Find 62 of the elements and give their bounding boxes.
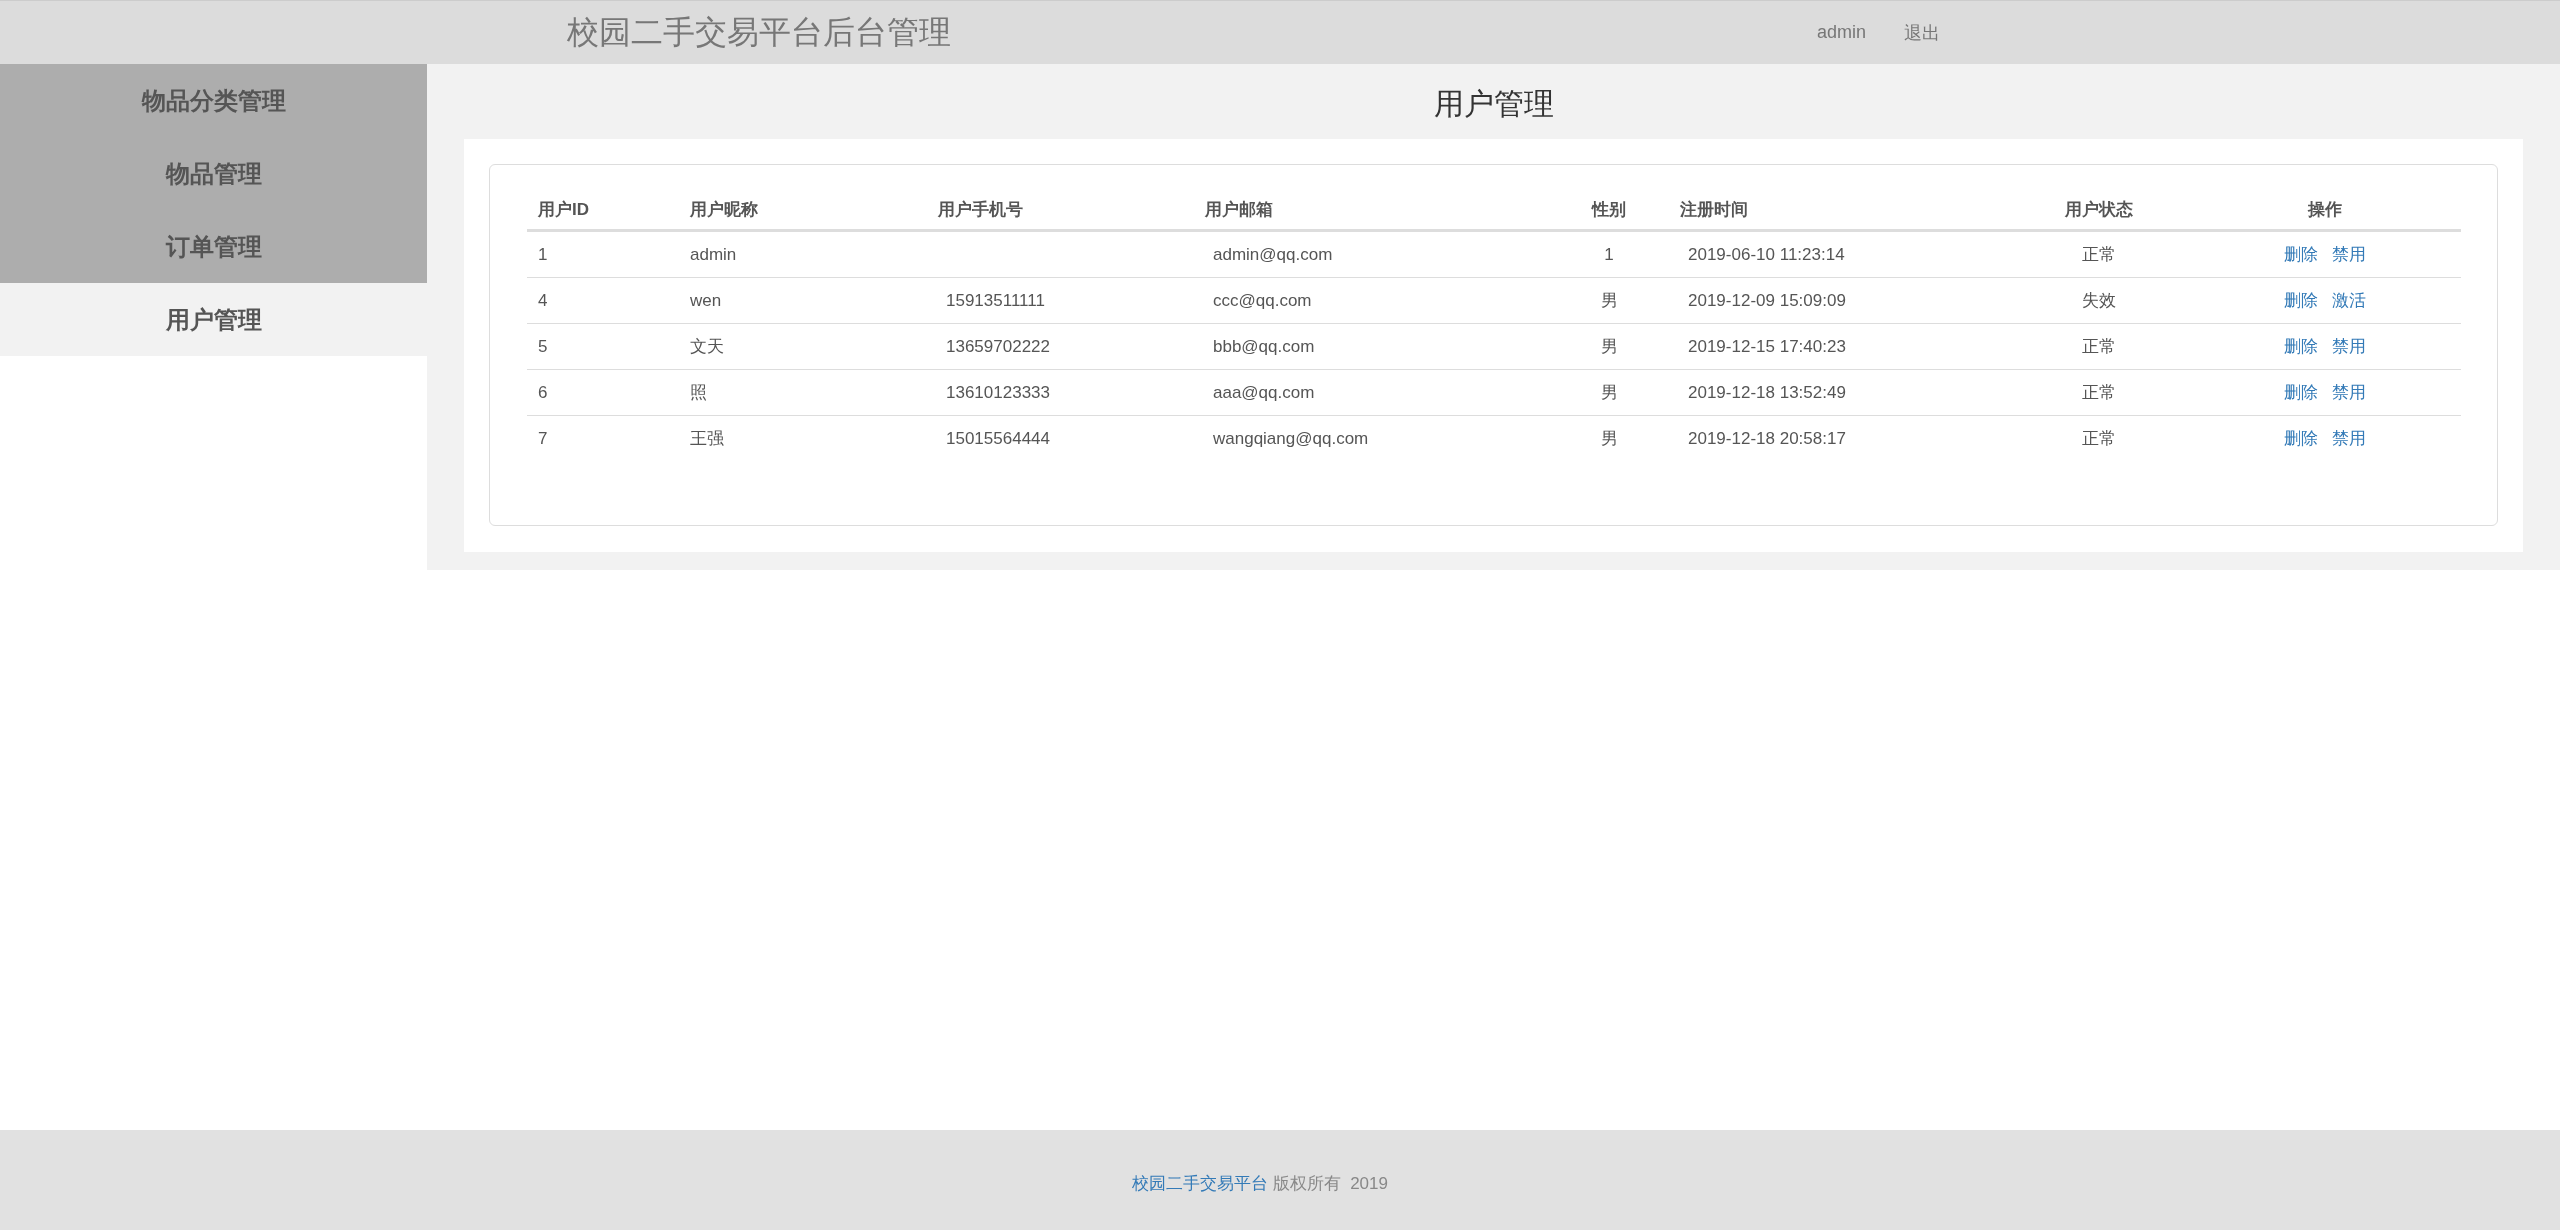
copyright-text: 校园二手交易平台 版权所有 2019 bbox=[1132, 1172, 1388, 1195]
table-cell: 2019-12-15 17:40:23 bbox=[1688, 336, 1846, 357]
page-title: 用户管理 bbox=[1432, 86, 1555, 122]
table-cell: 2019-12-18 20:58:17 bbox=[1688, 428, 1846, 449]
action-link[interactable]: 禁用 bbox=[2332, 427, 2366, 450]
table-cell-text: 失效 bbox=[2082, 290, 2116, 312]
table-cell-text: 文天 bbox=[690, 336, 724, 358]
user-link[interactable]: admin bbox=[1817, 22, 1867, 43]
column-header: 用户ID bbox=[527, 189, 679, 232]
sidebar-item[interactable]: 用户管理 bbox=[0, 283, 427, 356]
column-header: 用户状态 bbox=[2009, 189, 2189, 232]
column-header: 注册时间 bbox=[1669, 189, 2009, 232]
table-cell-text: 正常 bbox=[2082, 244, 2116, 266]
action-link[interactable]: 禁用 bbox=[2332, 381, 2366, 404]
table-cell: wangqiang@qq.com bbox=[1213, 428, 1369, 449]
table-cell: admin@qq.com bbox=[1213, 244, 1333, 265]
table-cell: 1 bbox=[538, 244, 548, 265]
table-cell: 2019-12-09 15:09:09 bbox=[1688, 290, 1846, 311]
table-cell: bbb@qq.com bbox=[1213, 336, 1315, 357]
action-link[interactable]: 禁用 bbox=[2332, 243, 2366, 266]
sidebar-item[interactable]: 物品分类管理 bbox=[0, 64, 427, 137]
column-header: 用户昵称 bbox=[679, 189, 927, 232]
table-cell: 15913511111 bbox=[946, 290, 1045, 311]
table-cell-text: 正常 bbox=[2082, 428, 2116, 450]
table-cell-text: 男 bbox=[1600, 382, 1618, 404]
table-cell: 5 bbox=[538, 336, 548, 357]
table-cell-text: 王强 bbox=[690, 428, 724, 450]
table-cell-text: 男 bbox=[1600, 428, 1618, 450]
column-header: 用户邮箱 bbox=[1194, 189, 1549, 232]
logout-link[interactable]: 退出 bbox=[1904, 20, 1941, 45]
sidebar-item[interactable]: 订单管理 bbox=[0, 210, 427, 283]
action-link[interactable]: 删除 bbox=[2284, 243, 2318, 266]
action-link[interactable]: 激活 bbox=[2332, 289, 2366, 312]
action-link[interactable]: 删除 bbox=[2284, 289, 2318, 312]
table-cell-text: 男 bbox=[1600, 336, 1618, 358]
table-cell: ccc@qq.com bbox=[1213, 290, 1312, 311]
table-cell: admin bbox=[690, 244, 737, 265]
table-cell: 4 bbox=[538, 290, 548, 311]
table-cell: wen bbox=[690, 290, 722, 311]
site-title: 校园二手交易平台后台管理 bbox=[567, 12, 952, 52]
table-cell: 6 bbox=[538, 382, 548, 403]
table-cell: 13659702222 bbox=[946, 336, 1050, 357]
action-link[interactable]: 删除 bbox=[2284, 335, 2318, 358]
table-cell-text: 正常 bbox=[2082, 336, 2116, 358]
table-cell: 2019-12-18 13:52:49 bbox=[1688, 382, 1846, 403]
column-header: 性别 bbox=[1549, 189, 1669, 232]
table-cell-text: 男 bbox=[1600, 290, 1618, 312]
action-link[interactable]: 删除 bbox=[2284, 381, 2318, 404]
column-header: 操作 bbox=[2189, 189, 2461, 232]
action-link[interactable]: 删除 bbox=[2284, 427, 2318, 450]
table-cell-text: 照 bbox=[690, 382, 707, 404]
table-cell: 15015564444 bbox=[946, 428, 1050, 449]
table-cell-text: 正常 bbox=[2082, 382, 2116, 404]
table-cell: 1 bbox=[1604, 244, 1614, 265]
table-cell: 13610123333 bbox=[946, 382, 1050, 403]
column-header: 用户手机号 bbox=[927, 189, 1194, 232]
table-cell: aaa@qq.com bbox=[1213, 382, 1315, 403]
sidebar-item[interactable]: 物品管理 bbox=[0, 137, 427, 210]
table-cell: 7 bbox=[538, 428, 548, 449]
site-link[interactable]: 校园二手交易平台 bbox=[1132, 1173, 1268, 1193]
action-link[interactable]: 禁用 bbox=[2332, 335, 2366, 358]
table-cell: 2019-06-10 11:23:14 bbox=[1688, 244, 1845, 265]
